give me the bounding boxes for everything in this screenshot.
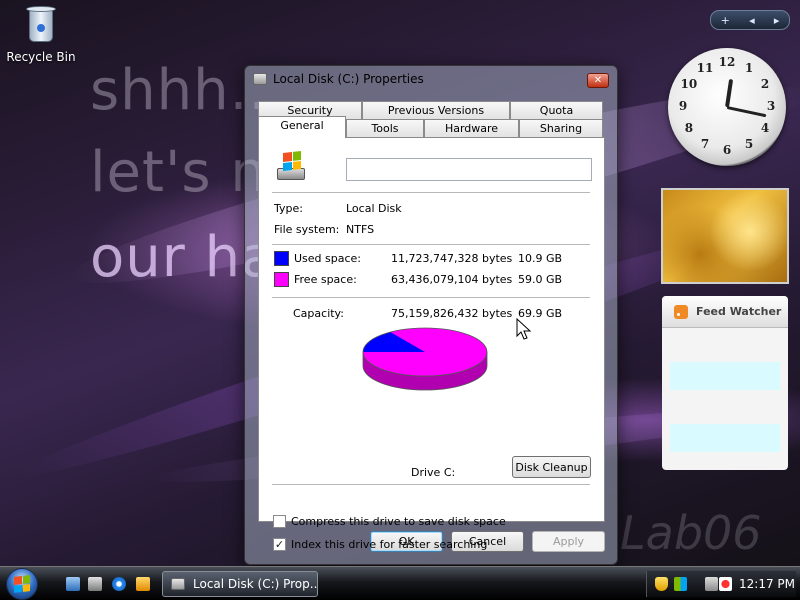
tab-hardware[interactable]: Hardware xyxy=(424,119,519,137)
add-gadget-button[interactable]: + xyxy=(721,14,730,27)
feed-item[interactable] xyxy=(670,362,780,390)
file-system-value: NTFS xyxy=(346,223,375,236)
dialog-title: Local Disk (C:) Properties xyxy=(273,72,424,86)
free-space-bytes: 63,436,079,104 bytes xyxy=(391,273,513,286)
clock-number: 1 xyxy=(744,60,754,75)
desktop-icon-recycle-bin[interactable]: Recycle Bin xyxy=(6,4,76,64)
clock-number: 7 xyxy=(700,137,710,152)
switch-windows-icon[interactable] xyxy=(88,577,102,591)
drive-icon xyxy=(171,578,185,590)
dialog-title-bar[interactable]: Local Disk (C:) Properties xyxy=(253,72,424,86)
rss-icon xyxy=(674,304,688,319)
taskbar: Local Disk (C:) Prop... 12:17 PM xyxy=(0,566,800,600)
free-space-label: Free space: xyxy=(294,273,357,286)
windows-start-icon[interactable] xyxy=(6,568,38,600)
media-player-icon[interactable] xyxy=(136,577,150,591)
free-space-swatch xyxy=(274,272,289,287)
slideshow-gadget[interactable] xyxy=(661,188,789,284)
feed-item[interactable] xyxy=(670,424,780,452)
taskbar-button-properties[interactable]: Local Disk (C:) Prop... xyxy=(162,571,318,597)
separator xyxy=(272,192,590,193)
free-space-size: 59.0 GB xyxy=(518,273,563,286)
taskbar-button-label: Local Disk (C:) Prop... xyxy=(193,577,318,591)
clock-number: 12 xyxy=(718,55,736,69)
sidebar-controls: + ◂ ▸ xyxy=(710,10,790,30)
used-space-swatch xyxy=(274,251,289,266)
used-space-label: Used space: xyxy=(294,252,362,265)
clock-number: 11 xyxy=(696,60,714,75)
feed-watcher-title: Feed Watcher xyxy=(696,305,782,318)
mouse-cursor-icon xyxy=(516,318,532,340)
used-space-size: 10.9 GB xyxy=(518,252,563,265)
compress-label[interactable]: Compress this drive to save disk space xyxy=(291,515,506,528)
clock-number: 3 xyxy=(766,99,776,113)
network-icon[interactable] xyxy=(674,577,687,591)
previous-page-button[interactable]: ◂ xyxy=(749,14,755,27)
separator xyxy=(272,244,590,245)
clock-gadget[interactable]: 12 1 2 3 4 5 6 7 8 9 10 11 xyxy=(668,48,786,166)
taskbar-clock[interactable]: 12:17 PM xyxy=(739,577,795,591)
wallpaper-text: let's n xyxy=(90,140,267,205)
feed-watcher-header: Feed Watcher xyxy=(662,296,788,328)
network-status-icon[interactable] xyxy=(705,577,718,591)
file-system-label: File system: xyxy=(274,223,340,236)
capacity-bytes: 75,159,826,432 bytes xyxy=(391,307,513,320)
separator xyxy=(272,484,590,485)
recycle-bin-icon xyxy=(25,4,57,44)
tab-previous-versions[interactable]: Previous Versions xyxy=(362,101,510,119)
clock-hour-hand xyxy=(725,79,734,108)
clock-number: 10 xyxy=(680,77,698,91)
tab-sharing[interactable]: Sharing xyxy=(519,119,603,137)
close-button[interactable]: ✕ xyxy=(587,73,609,88)
properties-dialog: Local Disk (C:) Properties ✕ Security Pr… xyxy=(244,65,618,565)
wallpaper-watermark: Lab06 xyxy=(620,506,762,560)
separator xyxy=(272,297,590,298)
apply-button[interactable]: Apply xyxy=(532,531,605,552)
disk-cleanup-button[interactable]: Disk Cleanup xyxy=(512,456,591,478)
clock-number: 8 xyxy=(684,121,694,135)
internet-explorer-icon[interactable] xyxy=(112,577,126,591)
show-desktop-icon[interactable] xyxy=(66,577,80,591)
used-space-bytes: 11,723,747,328 bytes xyxy=(391,252,513,265)
disk-usage-pie-chart xyxy=(362,327,488,391)
drive-label: Drive C: xyxy=(411,466,456,479)
desktop-icon-label: Recycle Bin xyxy=(6,50,76,64)
security-shield-icon[interactable] xyxy=(655,577,668,591)
tab-general[interactable]: General xyxy=(258,116,346,138)
capacity-label: Capacity: xyxy=(293,307,344,320)
drive-name-input[interactable] xyxy=(346,158,592,181)
clock-number: 2 xyxy=(760,77,770,91)
local-disk-icon xyxy=(275,151,309,182)
volume-muted-icon[interactable] xyxy=(719,577,732,591)
tab-tools[interactable]: Tools xyxy=(346,119,424,137)
tab-quota[interactable]: Quota xyxy=(510,101,603,119)
wallpaper-text: shhh.. xyxy=(90,58,268,123)
clock-number: 6 xyxy=(722,143,732,157)
index-label[interactable]: Index this drive for faster searching xyxy=(291,538,487,551)
clock-number: 4 xyxy=(760,121,770,135)
system-tray: 12:17 PM xyxy=(646,571,796,597)
type-value: Local Disk xyxy=(346,202,402,215)
general-tab-panel: Type: Local Disk File system: NTFS Used … xyxy=(258,137,605,551)
next-page-button[interactable]: ▸ xyxy=(774,14,780,27)
type-label: Type: xyxy=(274,202,303,215)
clock-number: 5 xyxy=(744,137,754,152)
clock-number: 9 xyxy=(678,99,688,113)
drive-icon xyxy=(253,73,267,85)
compress-checkbox[interactable] xyxy=(273,515,286,528)
feed-watcher-gadget[interactable]: Feed Watcher xyxy=(662,296,788,470)
index-checkbox[interactable]: ✓ xyxy=(273,538,286,551)
